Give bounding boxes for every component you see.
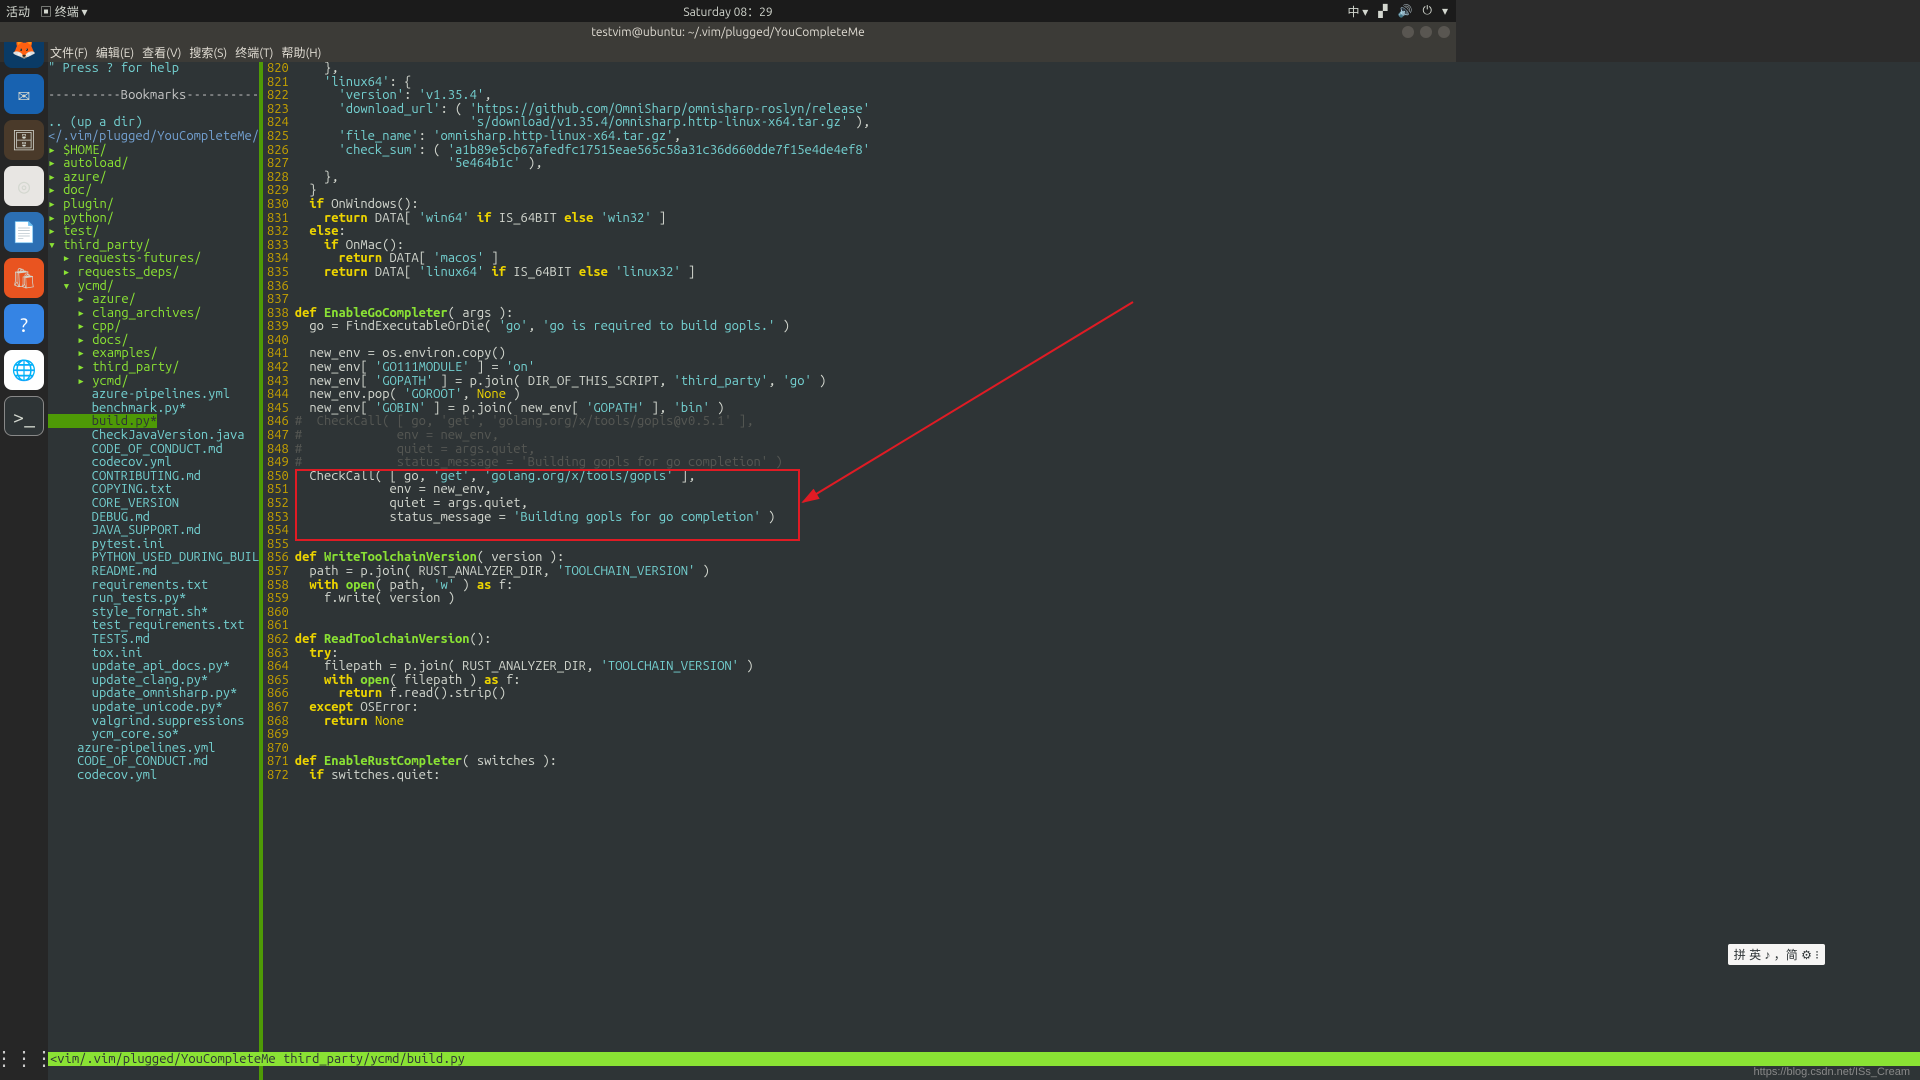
rhythmbox-icon[interactable]: ◎ [4, 166, 44, 206]
volume-icon[interactable]: 🔊 [1398, 4, 1413, 18]
menu-terminal[interactable]: 终端(T) [235, 44, 273, 61]
gnome-topbar: 活动 ▣ 终端 ▾ Saturday 08：29 中 ▾ ▞ 🔊 ⏻ ▾ [0, 0, 1456, 22]
line-numbers: 820 821 822 823 824 825 826 827 828 829 … [263, 62, 295, 782]
window-title: testvim@ubuntu: ~/.vim/plugged/YouComple… [591, 26, 865, 39]
vim-window: " Press ? for help ----------Bookmarks--… [48, 62, 1920, 1080]
watermark: https://blog.csdn.net/ISs_Cream [1753, 1066, 1910, 1078]
apps-grid-icon[interactable]: ⋮⋮⋮ [0, 1046, 54, 1070]
ime-floating-bar[interactable]: 拼 英 ♪ ，简 ⚙ ⁝ [1728, 944, 1825, 965]
terminal-icon[interactable]: >_ [4, 396, 44, 436]
nerdtree-panel[interactable]: " Press ? for help ----------Bookmarks--… [48, 62, 263, 1080]
network-icon[interactable]: ▞ [1378, 4, 1387, 18]
menu-search[interactable]: 搜索(S) [189, 44, 227, 61]
menu-help[interactable]: 帮助(H) [281, 44, 321, 61]
code-content[interactable]: }, 'linux64': { 'version': 'v1.35.4', 'd… [295, 62, 870, 782]
window-titlebar: testvim@ubuntu: ~/.vim/plugged/YouComple… [0, 22, 1456, 42]
activities-button[interactable]: 活动 [6, 3, 30, 20]
menu-file[interactable]: 文件(F) [50, 44, 88, 61]
menu-view[interactable]: 查看(V) [142, 44, 181, 61]
gnome-dock: 🦊 ✉ 🗄 ◎ 📄 🛍 ? 🌐 >_ ⋮⋮⋮ [0, 22, 48, 1080]
chrome-icon[interactable]: 🌐 [4, 350, 44, 390]
help-icon[interactable]: ? [4, 304, 44, 344]
maximize-button[interactable] [1420, 26, 1432, 38]
editor-panel[interactable]: 820 821 822 823 824 825 826 827 828 829 … [263, 62, 1920, 1080]
close-button[interactable] [1438, 26, 1450, 38]
input-method-indicator[interactable]: 中 ▾ [1348, 3, 1369, 20]
system-menu-chevron[interactable]: ▾ [1442, 4, 1448, 18]
files-icon[interactable]: 🗄 [4, 120, 44, 160]
app-menu[interactable]: ▣ 终端 ▾ [40, 3, 88, 20]
minimize-button[interactable] [1402, 26, 1414, 38]
menu-edit[interactable]: 编辑(E) [96, 44, 134, 61]
terminal-menubar: 文件(F) 编辑(E) 查看(V) 搜索(S) 终端(T) 帮助(H) [0, 42, 1456, 62]
clock[interactable]: Saturday 08：29 [683, 3, 772, 20]
ubuntu-software-icon[interactable]: 🛍 [4, 258, 44, 298]
vim-statusbar: <vim/.vim/plugged/YouCompleteMe third_pa… [48, 1052, 1920, 1066]
power-icon[interactable]: ⏻ [1422, 4, 1432, 18]
libreoffice-writer-icon[interactable]: 📄 [4, 212, 44, 252]
thunderbird-icon[interactable]: ✉ [4, 74, 44, 114]
